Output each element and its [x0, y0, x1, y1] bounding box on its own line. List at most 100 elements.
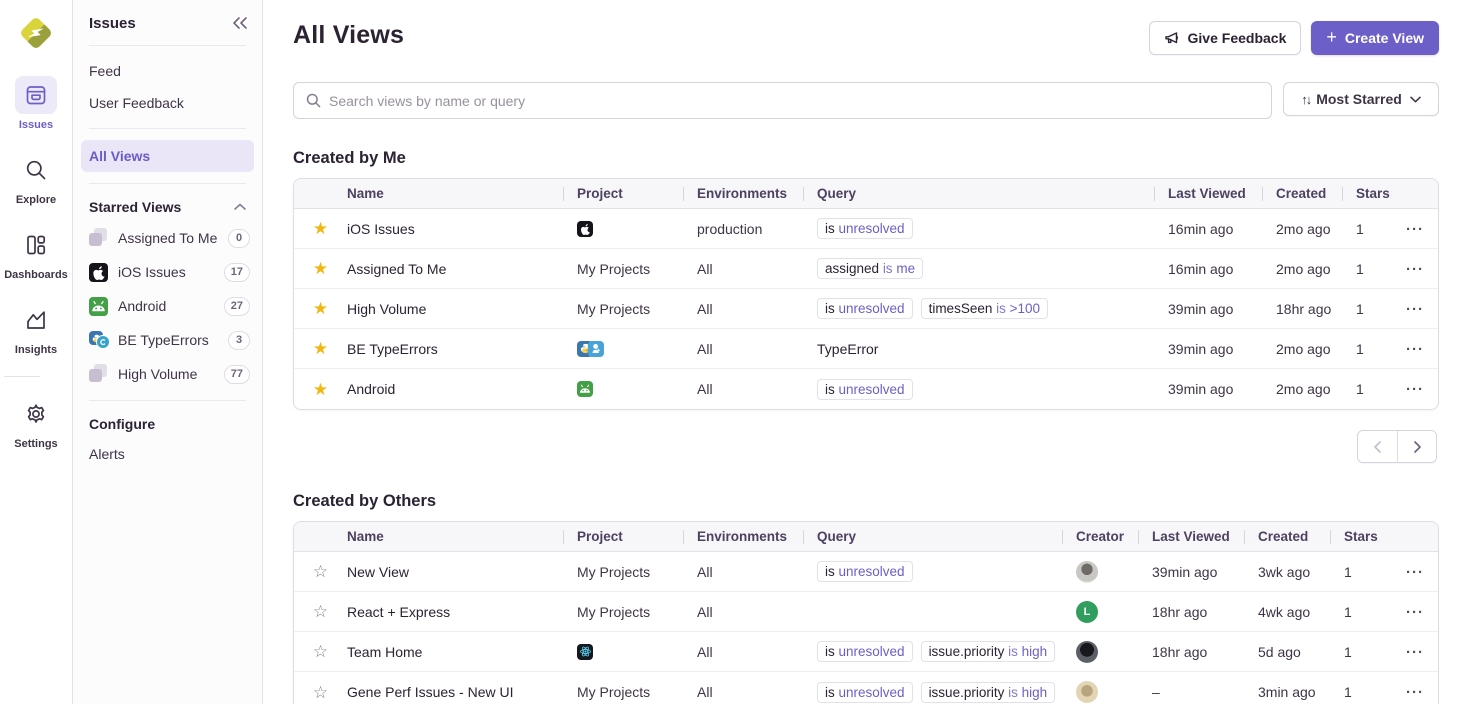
rail-item-label: Settings [14, 438, 57, 450]
view-table-row: ★ High Volume My Projects All is unresol… [294, 289, 1438, 329]
give-feedback-button[interactable]: Give Feedback [1149, 21, 1302, 55]
project-cell [577, 221, 697, 237]
view-name-link[interactable]: High Volume [347, 301, 426, 317]
view-table-row: ☆ React + Express My Projects All L 18hr… [294, 592, 1438, 632]
environments-cell: All [697, 301, 817, 317]
table-header-row: NameProjectEnvironmentsQueryLast ViewedC… [294, 179, 1438, 209]
search-views-input[interactable] [329, 93, 1259, 109]
created-cell: 2mo ago [1276, 261, 1356, 277]
project-cell: My Projects [577, 604, 697, 620]
collapse-sidebar-icon[interactable] [232, 16, 248, 30]
issues-icon [24, 83, 48, 107]
star-toggle-button[interactable]: ☆ [313, 643, 328, 660]
sort-arrows-icon: ↑↓ [1301, 92, 1310, 107]
last-viewed-cell: 39min ago [1152, 564, 1258, 580]
next-page-button[interactable] [1397, 431, 1436, 462]
create-view-button[interactable]: + Create View [1311, 21, 1439, 55]
project-cell [577, 381, 697, 397]
configure-heading: Configure [89, 416, 155, 432]
row-actions-button[interactable]: ··· [1406, 685, 1424, 700]
star-toggle-button[interactable]: ★ [313, 340, 328, 357]
issue-count-badge: 27 [224, 297, 250, 316]
table-header-row: NameProjectEnvironmentsQueryCreatorLast … [294, 522, 1438, 552]
project-label: My Projects [577, 564, 650, 580]
starred-view-item[interactable]: iOS Issues 17 [73, 255, 262, 289]
star-toggle-button[interactable]: ★ [313, 300, 328, 317]
row-actions-button[interactable]: ··· [1406, 222, 1424, 237]
row-actions-button[interactable]: ··· [1406, 605, 1424, 620]
view-name-link[interactable]: New View [347, 564, 409, 580]
query-token: timesSeen is >100 [921, 298, 1049, 319]
last-viewed-value: 39min ago [1168, 341, 1233, 357]
view-name-link[interactable]: iOS Issues [347, 221, 415, 237]
row-actions-button[interactable]: ··· [1406, 302, 1424, 317]
star-toggle-button[interactable]: ☆ [313, 684, 328, 701]
column-header-query: Query [817, 186, 1168, 201]
stars-cell: 1 [1344, 644, 1406, 660]
star-toggle-button[interactable]: ☆ [313, 603, 328, 620]
star-toggle-button[interactable]: ★ [313, 260, 328, 277]
query-token: is unresolved [817, 561, 913, 582]
starred-view-item[interactable]: BE TypeErrors 3 [73, 323, 262, 357]
sort-dropdown[interactable]: ↑↓ Most Starred [1283, 82, 1439, 116]
last-viewed-value: – [1152, 684, 1160, 700]
stars-cell: 1 [1356, 301, 1406, 317]
column-header-created: Created [1276, 186, 1356, 201]
rail-item-label: Dashboards [4, 269, 68, 281]
react-project-icon [577, 644, 593, 660]
sentry-logo[interactable] [17, 14, 55, 52]
column-header-environments: Environments [697, 529, 817, 544]
view-table-row: ☆ New View My Projects All is unresolved… [294, 552, 1438, 592]
rail-item-insights[interactable]: Insights [4, 301, 68, 356]
rail-item-issues[interactable]: Issues [4, 76, 68, 131]
project-cell: My Projects [577, 301, 697, 317]
view-name-link[interactable]: Team Home [347, 644, 422, 660]
create-view-label: Create View [1345, 30, 1424, 46]
last-viewed-cell: 16min ago [1168, 261, 1276, 277]
view-name-link[interactable]: Android [347, 381, 395, 397]
divider [89, 45, 246, 46]
rail-item-settings[interactable]: Settings [4, 395, 68, 450]
environments-cell: production [697, 221, 817, 237]
creator-avatar [1076, 681, 1098, 703]
star-toggle-button[interactable]: ★ [313, 381, 328, 398]
sidebar-item-user-feedback[interactable]: User Feedback [73, 87, 262, 119]
project-label: My Projects [577, 301, 650, 317]
starred-views-heading: Starred Views [89, 199, 181, 215]
previous-page-button[interactable] [1358, 431, 1397, 462]
row-actions-button[interactable]: ··· [1406, 342, 1424, 357]
column-header-query: Query [817, 529, 1076, 544]
starred-view-item[interactable]: High Volume 77 [73, 357, 262, 391]
star-toggle-button[interactable]: ☆ [313, 563, 328, 580]
rail-divider [4, 376, 40, 377]
row-actions-button[interactable]: ··· [1406, 565, 1424, 580]
view-name-link[interactable]: React + Express [347, 604, 450, 620]
rail-item-explore[interactable]: Explore [4, 151, 68, 206]
row-actions-button[interactable]: ··· [1406, 382, 1424, 397]
sidebar-item-feed[interactable]: Feed [73, 55, 262, 87]
explore-icon [24, 158, 48, 182]
row-actions-button[interactable]: ··· [1406, 262, 1424, 277]
view-name-link[interactable]: Gene Perf Issues - New UI [347, 684, 514, 700]
starred-view-item[interactable]: Android 27 [73, 289, 262, 323]
apple-project-icon [89, 262, 109, 282]
starred-view-item[interactable]: Assigned To Me 0 [73, 221, 262, 255]
stars-cell: 1 [1356, 341, 1406, 357]
last-viewed-cell: 39min ago [1168, 341, 1276, 357]
sidebar-item-all-views[interactable]: All Views [81, 140, 254, 172]
android-project-icon [89, 297, 108, 316]
column-header-name: Name [347, 186, 577, 201]
star-toggle-button[interactable]: ★ [313, 220, 328, 237]
view-name-link[interactable]: Assigned To Me [347, 261, 446, 277]
rail-item-dashboards[interactable]: Dashboards [4, 226, 68, 281]
chevron-up-icon[interactable] [234, 203, 246, 211]
chevron-down-icon [1410, 96, 1421, 103]
last-viewed-cell: 39min ago [1168, 381, 1276, 397]
view-name-link[interactable]: BE TypeErrors [347, 341, 438, 357]
starred-view-label: Android [118, 298, 215, 314]
column-header-stars: Stars [1344, 529, 1406, 544]
project-label: My Projects [577, 604, 650, 620]
row-actions-button[interactable]: ··· [1406, 645, 1424, 660]
sidebar-item-alerts[interactable]: Alerts [73, 438, 262, 470]
apple-project-icon [577, 221, 593, 237]
